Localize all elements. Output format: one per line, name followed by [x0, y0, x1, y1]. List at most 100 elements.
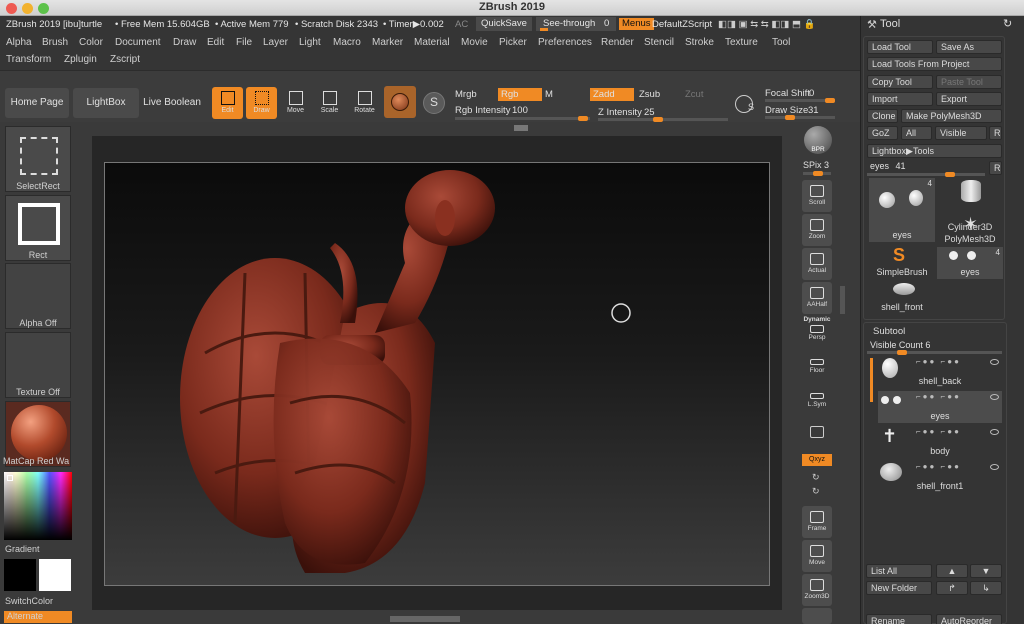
menu-brush[interactable]: Brush: [42, 37, 68, 48]
current-tool-control[interactable]: eyes 41: [870, 161, 906, 171]
draw-size-slider[interactable]: [765, 115, 835, 120]
tool-thumb-polymesh3d[interactable]: ✶ PolyMesh3D: [937, 214, 1003, 246]
menu-marker[interactable]: Marker: [372, 37, 403, 48]
goz-r-button[interactable]: R: [989, 126, 1002, 140]
m-toggle[interactable]: M: [545, 89, 553, 100]
subtool-row-eyes[interactable]: ⌐●● ⌐●● eyes: [878, 391, 1002, 423]
menu-preferences[interactable]: Preferences: [538, 37, 592, 48]
subtool-toggle-icons[interactable]: ⌐●● ⌐●●: [916, 427, 961, 436]
switch-color-button[interactable]: SwitchColor: [5, 596, 71, 606]
z-intensity-slider[interactable]: [598, 117, 728, 122]
spix-slider[interactable]: [803, 171, 831, 176]
subtool-toggle-icons[interactable]: ⌐●● ⌐●●: [916, 392, 961, 401]
subtool-scrollbar[interactable]: [870, 358, 873, 402]
subtool-row-shell_front1[interactable]: ⌐●● ⌐●● shell_front1: [878, 461, 1002, 493]
frame-button[interactable]: Frame: [802, 506, 832, 538]
see-through-slider[interactable]: See-through 0: [536, 17, 616, 31]
rgb-toggle[interactable]: Rgb: [498, 88, 542, 101]
menu-color[interactable]: Color: [79, 37, 103, 48]
zcut-toggle[interactable]: Zcut: [685, 89, 703, 100]
rotate-z-icon[interactable]: ↻: [812, 486, 820, 497]
visible-button[interactable]: Visible: [935, 126, 987, 140]
draw-mode-button[interactable]: Draw: [246, 87, 277, 119]
lsym-button[interactable]: L.Sym: [802, 388, 832, 420]
export-button[interactable]: Export: [936, 92, 1002, 106]
tool-thumb-shell_front[interactable]: shell_front: [869, 282, 935, 314]
menu-zplugin[interactable]: Zplugin: [64, 54, 97, 65]
make-polymesh-button[interactable]: Make PolyMesh3D: [901, 109, 1002, 123]
menu-zscript[interactable]: Zscript: [110, 54, 140, 65]
menu-material[interactable]: Material: [414, 37, 450, 48]
subtool-row-shell_back[interactable]: ⌐●● ⌐●● shell_back: [878, 356, 1002, 388]
current-tool-r-button[interactable]: R: [989, 161, 1002, 175]
floor-button[interactable]: Floor: [802, 354, 832, 386]
quicksave-button[interactable]: QuickSave: [476, 17, 532, 31]
menu-texture[interactable]: Texture: [725, 37, 758, 48]
eye-icon[interactable]: [990, 464, 999, 470]
rgb-intensity-slider[interactable]: [455, 116, 590, 121]
lightbox-button[interactable]: LightBox: [73, 88, 139, 118]
rename-button[interactable]: Rename: [866, 614, 932, 624]
menu-tool[interactable]: Tool: [772, 37, 790, 48]
menu-layer[interactable]: Layer: [263, 37, 288, 48]
menu-transform[interactable]: Transform: [6, 54, 51, 65]
tool-thumb-eyes[interactable]: eyes 4: [937, 247, 1003, 279]
tool-thumb-eyes[interactable]: eyes 4: [869, 178, 935, 242]
copy-tool-button[interactable]: Copy Tool: [867, 75, 933, 89]
document-canvas[interactable]: [104, 162, 770, 586]
visible-count-control[interactable]: Visible Count 6: [870, 340, 930, 350]
actual-button[interactable]: Actual: [802, 248, 832, 280]
import-button[interactable]: Import: [867, 92, 933, 106]
menu-file[interactable]: File: [236, 37, 252, 48]
scroll-button[interactable]: Scroll: [802, 180, 832, 212]
menu-edit[interactable]: Edit: [207, 37, 224, 48]
menu-draw[interactable]: Draw: [173, 37, 196, 48]
zoom-button[interactable]: Zoom: [802, 214, 832, 246]
auto-reorder-button[interactable]: AutoReorder: [936, 614, 1002, 624]
rotate-y-icon[interactable]: ↻: [812, 472, 820, 483]
rotate-mode-button[interactable]: Rotate: [349, 87, 380, 119]
paste-tool-button[interactable]: Paste Tool: [936, 75, 1002, 89]
menu-macro[interactable]: Macro: [333, 37, 361, 48]
move-mode-button[interactable]: Move: [280, 87, 311, 119]
arrow-right-up-icon[interactable]: ↱: [936, 581, 968, 595]
new-folder-button[interactable]: New Folder: [866, 581, 932, 595]
subtool-toggle-icons[interactable]: ⌐●● ⌐●●: [916, 357, 961, 366]
move-down-button[interactable]: ▼: [970, 564, 1002, 578]
zoom3d-button[interactable]: Zoom3D: [802, 574, 832, 606]
aahalf-button[interactable]: AAHalf: [802, 282, 832, 314]
clone-button[interactable]: Clone: [867, 109, 898, 123]
menu-movie[interactable]: Movie: [461, 37, 488, 48]
all-button[interactable]: All: [901, 126, 932, 140]
refresh-icon[interactable]: ↻: [1003, 17, 1012, 30]
lightbox-tools-button[interactable]: Lightbox▶Tools: [867, 144, 1002, 158]
canvas-top-handle[interactable]: [514, 125, 528, 131]
canvas-bottom-handle[interactable]: [390, 616, 460, 622]
load-tool-button[interactable]: Load Tool: [867, 40, 933, 54]
menu-render[interactable]: Render: [601, 37, 634, 48]
main-color-swatch[interactable]: [4, 559, 36, 591]
persp-button[interactable]: Dynamic Persp: [802, 314, 832, 344]
eye-icon[interactable]: [990, 429, 999, 435]
alternate-button[interactable]: Alternate: [4, 611, 72, 623]
edit-mode-button[interactable]: Edit: [212, 87, 243, 119]
eye-icon[interactable]: [990, 359, 999, 365]
scale-mode-button[interactable]: Scale: [314, 87, 345, 119]
live-boolean-button[interactable]: Live Boolean: [142, 88, 202, 118]
current-tool-slider[interactable]: [867, 172, 985, 177]
save-as-button[interactable]: Save As: [936, 40, 1002, 54]
zsub-toggle[interactable]: Zsub: [639, 89, 660, 100]
material-swatch-button[interactable]: [384, 86, 416, 118]
move-view-button[interactable]: Move: [802, 540, 832, 572]
color-picker-handle[interactable]: [7, 475, 13, 481]
load-tools-from-project-button[interactable]: Load Tools From Project: [867, 57, 1002, 71]
subtool-toggle-icons[interactable]: ⌐●● ⌐●●: [916, 462, 961, 471]
subtool-row-body[interactable]: ✝ ⌐●● ⌐●● body: [878, 426, 1002, 458]
lock-icon[interactable]: [810, 426, 824, 438]
spix-control[interactable]: SPix 3: [803, 160, 829, 170]
sculptris-pro-button[interactable]: S: [423, 92, 445, 114]
menus-toggle[interactable]: Menus: [619, 18, 654, 30]
move-up-button[interactable]: ▲: [936, 564, 968, 578]
tool-thumb-simplebrush[interactable]: S SimpleBrush: [869, 245, 935, 279]
secondary-color-swatch[interactable]: [39, 559, 71, 591]
